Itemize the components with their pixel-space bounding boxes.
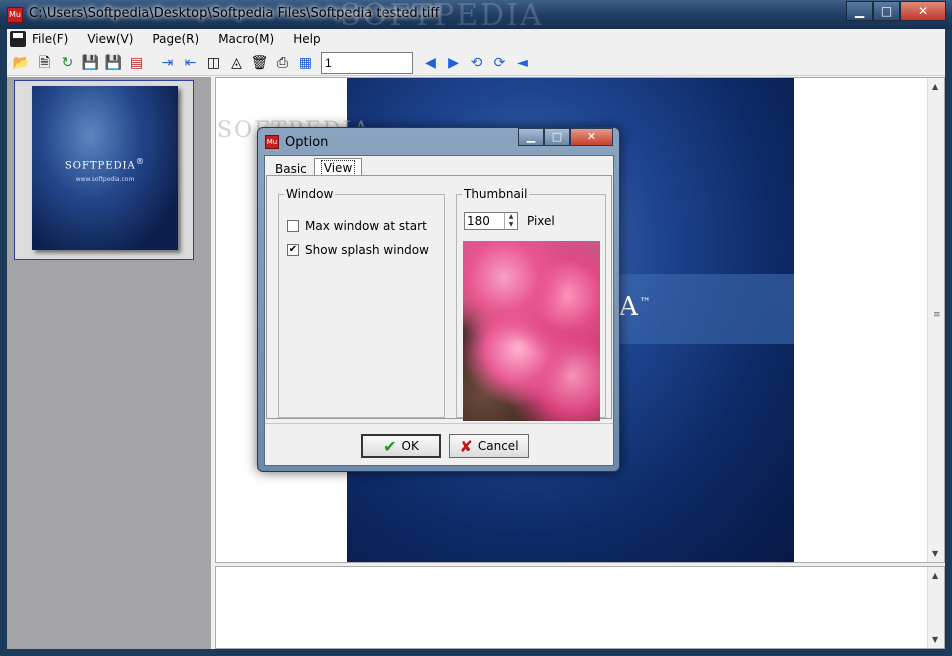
menu-file[interactable]: File(F) [32,32,68,46]
max-window-checkbox[interactable]: Max window at start [287,219,427,233]
next-page-icon[interactable]: ▶ [442,52,465,74]
document-brand: A™ [619,292,653,322]
dialog-body: Basic View Window Max window at start ✔ … [264,155,614,466]
app-icon: Mu [7,7,23,23]
window-group: Window Max window at start ✔ Show splash… [278,187,445,418]
thumbnail-image: SOFTPEDIA® www.softpedia.com [32,86,178,250]
thumbnail-pane: SOFTPEDIA® www.softpedia.com [7,77,211,649]
dialog-maximize-button[interactable]: □ [544,128,570,146]
open-folder-icon[interactable]: 📂 [10,52,33,74]
thumbnail-group-legend: Thumbnail [464,187,528,201]
checkmark-icon: ✔ [383,436,397,456]
thumbnail-subtext: www.softpedia.com [75,176,135,183]
delete-icon[interactable]: 🗑 [248,52,271,74]
dialog-window-controls: ▁ □ ✕ [518,128,613,146]
splash-window-checkbox[interactable]: ✔ Show splash window [287,243,429,257]
previous-page-icon[interactable]: ◀ [419,52,442,74]
bottom-pane: ▲ ▼ [215,566,945,649]
menu-page[interactable]: Page(R) [152,32,199,46]
ok-label: OK [401,439,419,453]
split-icon[interactable]: ◫ [202,52,225,74]
menu-help[interactable]: Help [293,32,320,46]
scroll-grip-icon[interactable]: ≡ [933,310,941,320]
max-window-label: Max window at start [305,219,427,233]
rotate-left-icon[interactable]: ⟲ [465,52,488,74]
thumbnail-size-value: 180 [467,214,490,228]
minimize-button[interactable]: ▁ [846,1,873,21]
window-group-legend: Window [286,187,334,201]
menu-view[interactable]: View(V) [87,32,133,46]
cross-icon: ✘ [459,436,473,456]
scroll-up-icon[interactable]: ▲ [932,82,938,91]
view-tab-page: Window Max window at start ✔ Show splash… [266,175,612,421]
pixel-label: Pixel [527,214,555,228]
save-icon[interactable]: 💾 [79,52,102,74]
menu-bar: File(F) View(V) Page(R) Macro(M) Help [7,29,945,49]
thumbnail-preview-image [463,241,600,421]
scroll-down-icon[interactable]: ▼ [932,549,938,558]
maximize-button[interactable]: □ [873,1,900,21]
dialog-title-bar: Mu Option [265,132,328,152]
thumbnail-group: Thumbnail 180 ▲ ▼ Pixel [456,187,606,421]
option-dialog: Mu Option ▁ □ ✕ Basic View Window Max wi… [257,127,620,472]
pdf-icon[interactable]: ▤ [125,52,148,74]
properties-icon[interactable]: 🗎 [33,52,56,74]
toolbar-separator [148,52,156,74]
rotate-right-icon[interactable]: ⟳ [488,52,511,74]
menu-macro[interactable]: Macro(M) [218,32,274,46]
floppy-save-icon[interactable] [10,31,26,47]
thumbnail-size-stepper[interactable]: 180 ▲ ▼ [464,212,518,230]
scan-icon[interactable]: ▦ [294,52,317,74]
title-bar: Mu C:\Users\Softpedia\Desktop\Softpedia … [0,0,952,33]
bottom-scroll-down-icon[interactable]: ▼ [932,635,938,644]
bottom-scrollbar[interactable]: ▲ ▼ [927,567,944,648]
stepper-arrows-icon[interactable]: ▲ ▼ [504,213,517,229]
page-thumbnail[interactable]: SOFTPEDIA® www.softpedia.com [14,80,194,260]
dialog-title: Option [285,134,329,150]
max-window-checkbox-box[interactable] [287,220,299,232]
flip-icon[interactable]: ◄ [511,52,534,74]
bottom-scroll-up-icon[interactable]: ▲ [932,571,938,580]
dialog-app-icon: Mu [265,135,279,149]
thumbnail-brand: SOFTPEDIA® [64,156,146,172]
dialog-close-button[interactable]: ✕ [570,128,613,146]
viewer-scrollbar[interactable]: ▲ ≡ ▼ [927,78,944,562]
page-number-input[interactable] [321,51,413,74]
splash-window-checkbox-box[interactable]: ✔ [287,244,299,256]
dialog-button-bar: ✔ OK ✘ Cancel [265,423,613,465]
splash-window-label: Show splash window [305,243,429,257]
dialog-minimize-button[interactable]: ▁ [518,128,544,146]
cancel-button[interactable]: ✘ Cancel [449,434,529,458]
extract-page-icon[interactable]: ⇤ [179,52,202,74]
cancel-label: Cancel [477,439,519,453]
insert-page-icon[interactable]: ⇥ [156,52,179,74]
close-button[interactable]: ✕ [900,1,946,21]
window-controls: ▁ □ ✕ [846,1,946,21]
refresh-icon[interactable]: ↻ [56,52,79,74]
ok-button[interactable]: ✔ OK [361,434,441,458]
save-as-icon[interactable]: 💾 [102,52,125,74]
toolbar: 📂 🗎 ↻ 💾 💾 ▤ ⇥ ⇤ ◫ ◬ 🗑 ⎙ ▦ ◀ ▶ ⟲ ⟳ ◄ [7,50,945,76]
tab-view-label: View [320,160,356,176]
print-icon[interactable]: ⎙ [271,52,294,74]
merge-icon[interactable]: ◬ [225,52,248,74]
